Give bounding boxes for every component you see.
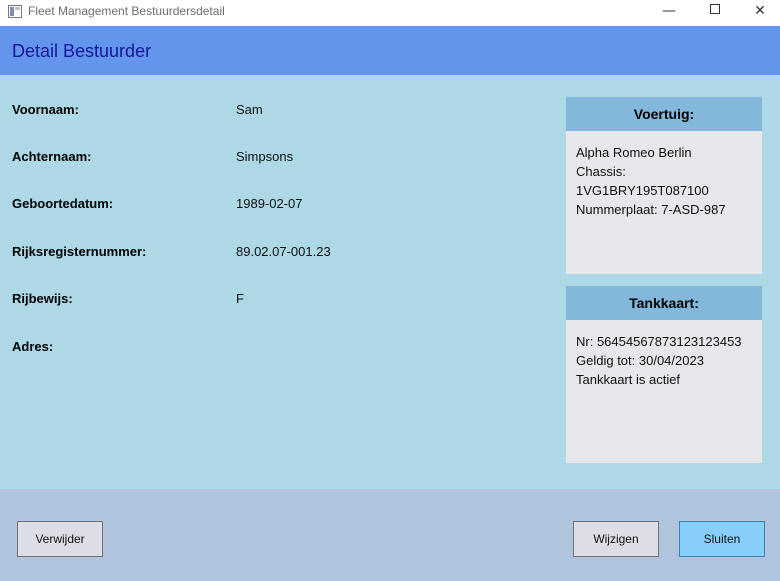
maximize-icon bbox=[710, 4, 720, 14]
fuel-card-status: Tankkaart is actief bbox=[576, 372, 681, 387]
fuel-card-number: Nr: 56454567873123123453 bbox=[576, 334, 742, 349]
last-name-value: Simpsons bbox=[236, 149, 294, 164]
first-name-label: Voornaam: bbox=[12, 102, 79, 117]
drivers-license-value: F bbox=[236, 291, 244, 306]
vehicle-name: Alpha Romeo Berlin bbox=[576, 145, 692, 160]
close-button[interactable]: Sluiten bbox=[679, 521, 765, 557]
fuel-card-body: Nr: 56454567873123123453 Geldig tot: 30/… bbox=[566, 320, 762, 401]
vehicle-card-body: Alpha Romeo Berlin Chassis: 1VG1BRY195T0… bbox=[566, 131, 762, 231]
fuel-card-valid-until: Geldig tot: 30/04/2023 bbox=[576, 353, 704, 368]
national-register-number-label: Rijksregisternummer: bbox=[12, 244, 147, 259]
birth-date-label: Geboortedatum: bbox=[12, 196, 114, 211]
vehicle-chassis-number: 1VG1BRY195T087100 bbox=[576, 183, 709, 198]
close-window-button[interactable]: ✕ bbox=[737, 0, 780, 26]
driver-detail-panel: Voornaam: Sam Achternaam: Simpsons Geboo… bbox=[0, 75, 780, 489]
fuel-card-title: Tankkaart: bbox=[566, 286, 762, 320]
maximize-button[interactable] bbox=[692, 0, 738, 26]
edit-button[interactable]: Wijzigen bbox=[573, 521, 659, 557]
button-bar: Verwijder Wijzigen Sluiten bbox=[0, 489, 780, 581]
vehicle-chassis-label: Chassis: bbox=[576, 164, 626, 179]
window-title: Fleet Management Bestuurdersdetail bbox=[28, 4, 225, 18]
first-name-value: Sam bbox=[236, 102, 263, 117]
vehicle-card: Voertuig: Alpha Romeo Berlin Chassis: 1V… bbox=[566, 97, 762, 274]
vehicle-license-plate: Nummerplaat: 7-ASD-987 bbox=[576, 202, 726, 217]
drivers-license-label: Rijbewijs: bbox=[12, 291, 73, 306]
app-icon bbox=[8, 5, 22, 18]
vehicle-card-title: Voertuig: bbox=[566, 97, 762, 131]
minimize-button[interactable]: — bbox=[646, 0, 692, 26]
fuel-card: Tankkaart: Nr: 56454567873123123453 Geld… bbox=[566, 286, 762, 463]
last-name-label: Achternaam: bbox=[12, 149, 92, 164]
birth-date-value: 1989-02-07 bbox=[236, 196, 303, 211]
page-header: Detail Bestuurder bbox=[0, 26, 780, 75]
address-label: Adres: bbox=[12, 339, 54, 354]
window-titlebar: Fleet Management Bestuurdersdetail — ✕ bbox=[0, 0, 780, 26]
delete-button[interactable]: Verwijder bbox=[17, 521, 103, 557]
national-register-number-value: 89.02.07-001.23 bbox=[236, 244, 331, 259]
page-title: Detail Bestuurder bbox=[12, 41, 152, 61]
